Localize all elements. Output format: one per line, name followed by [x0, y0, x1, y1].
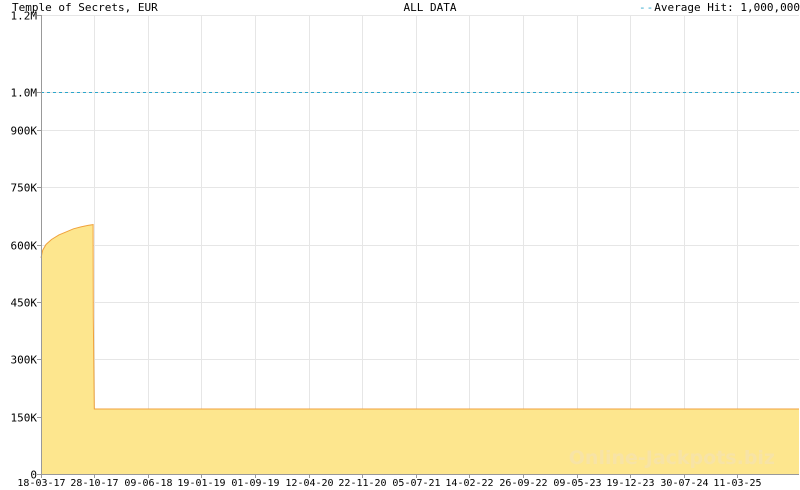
- jackpot-chart: 0150K300K450K600K750K900K1.0M1.2M 18-03-…: [11, 10, 799, 489]
- watermark: Online-Jackpots.biz: [569, 447, 775, 469]
- x-tick-label: 11-03-25: [713, 478, 761, 489]
- y-tick-label: 600K: [11, 240, 38, 253]
- jackpot-area-fill: [41, 224, 799, 474]
- y-tick-label: 1.0M: [11, 87, 38, 100]
- x-tick-label: 14-02-22: [445, 478, 493, 489]
- x-tick-label: 05-07-21: [392, 478, 440, 489]
- y-tick-label: 450K: [11, 297, 38, 310]
- average-hit-legend-swatch: --: [639, 1, 655, 14]
- y-axis-ticks: 0150K300K450K600K750K900K1.0M1.2M: [11, 10, 41, 482]
- x-tick-label: 09-05-23: [553, 478, 601, 489]
- y-tick-label: 750K: [11, 182, 38, 195]
- grid: [41, 15, 799, 475]
- average-hit-legend: --Average Hit: 1,000,000: [639, 1, 800, 14]
- x-tick-label: 01-09-19: [231, 478, 279, 489]
- x-tick-label: 19-12-23: [606, 478, 654, 489]
- y-tick-label: 150K: [11, 412, 38, 425]
- jackpot-series-line: [40, 224, 799, 410]
- x-tick-label: 18-03-17: [17, 478, 65, 489]
- axes: [41, 15, 799, 475]
- x-tick-label: 26-09-22: [499, 478, 547, 489]
- x-tick-label: 12-04-20: [285, 478, 333, 489]
- average-hit-legend-label: Average Hit: 1,000,000: [654, 1, 800, 14]
- x-tick-label: 30-07-24: [660, 478, 708, 489]
- x-tick-label: 09-06-18: [124, 478, 172, 489]
- x-tick-label: 19-01-19: [177, 478, 225, 489]
- y-tick-label: 300K: [11, 354, 38, 367]
- x-tick-label: 22-11-20: [338, 478, 386, 489]
- x-tick-label: 28-10-17: [70, 478, 118, 489]
- x-axis-ticks: 18-03-17 28-10-17 09-06-18 19-01-19 01-09-19…: [17, 474, 762, 489]
- y-tick-label: 900K: [11, 125, 38, 138]
